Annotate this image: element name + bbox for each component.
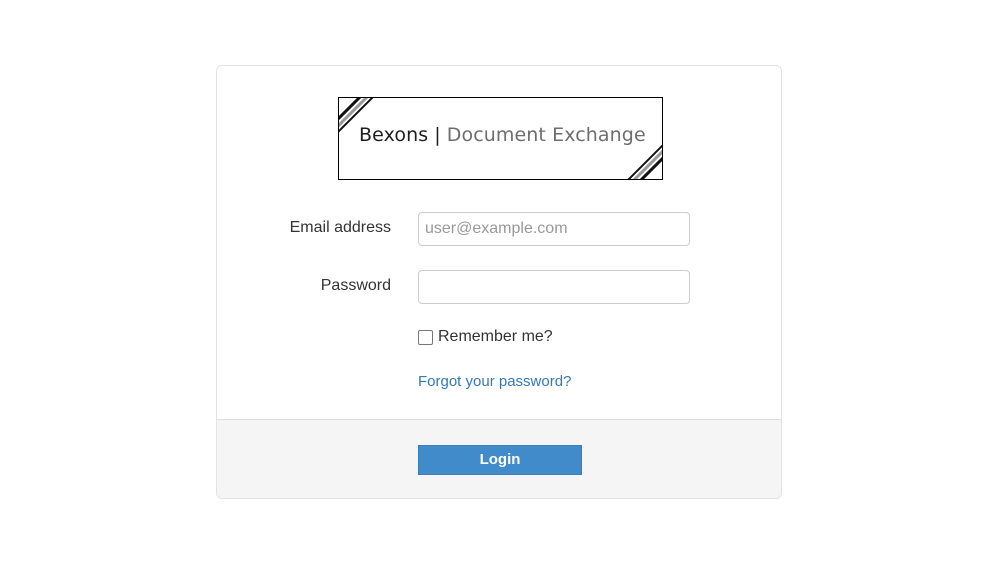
logo-product: Document Exchange	[446, 124, 646, 146]
remember-me-label: Remember me?	[438, 328, 553, 345]
login-button[interactable]: Login	[418, 445, 582, 475]
form-footer: Login	[217, 419, 781, 498]
remember-me-checkbox[interactable]	[418, 329, 433, 345]
email-field[interactable]	[418, 212, 690, 246]
logo-text: Bexons | Document Exchange	[359, 124, 646, 146]
password-field[interactable]	[418, 270, 690, 304]
remember-me[interactable]: Remember me?	[418, 328, 553, 346]
login-panel: Bexons|Document Exchange Email address P…	[216, 65, 782, 499]
logo-brand: Bexons	[359, 124, 429, 146]
logo-separator: |	[434, 124, 441, 146]
email-label: Email address	[289, 219, 391, 236]
password-label: Password	[320, 277, 391, 294]
forgot-password-link[interactable]: Forgot your password?	[418, 373, 571, 390]
logo: Bexons | Document Exchange	[338, 97, 663, 180]
